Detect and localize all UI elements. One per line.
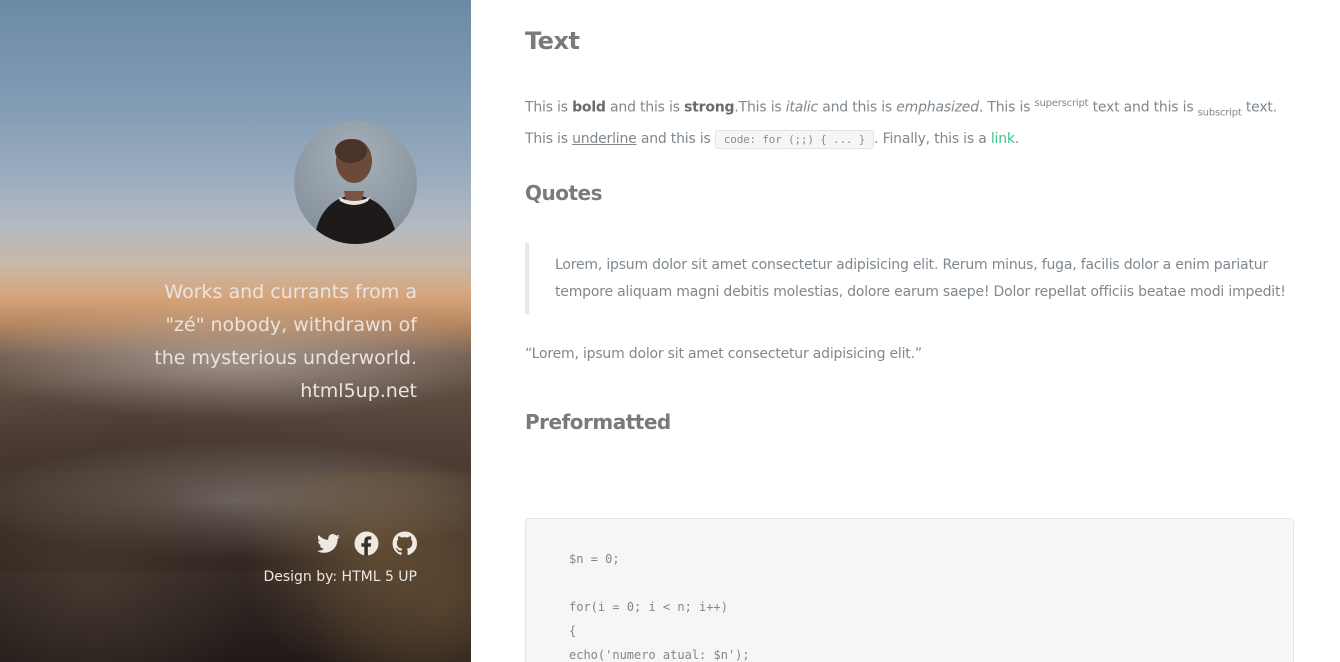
- bold-text: bold: [572, 99, 606, 116]
- italic-text: italic: [785, 99, 818, 116]
- code-line: echo('numero atual: $n');: [569, 648, 750, 662]
- emphasized-text: emphasized: [896, 99, 979, 116]
- underline-text: underline: [572, 131, 637, 148]
- foreground-shrubs: [0, 472, 471, 662]
- text-run: .This is: [734, 99, 786, 116]
- text-run: . Finally, this is a: [874, 131, 991, 148]
- code-block[interactable]: $n = 0; for(i = 0; i < n; i++) { echo('n…: [525, 518, 1294, 662]
- text-run: and this is: [605, 99, 685, 116]
- tagline: Works and currants from a "zé" nobody, w…: [127, 276, 417, 408]
- preformatted-heading: Preformatted: [525, 410, 671, 434]
- design-credit: Design by: HTML 5 UP: [263, 569, 417, 585]
- tagline-line: Works and currants from a: [164, 281, 417, 303]
- avatar: [294, 121, 417, 244]
- example-link[interactable]: link: [991, 131, 1015, 147]
- text-run: This is: [525, 99, 573, 116]
- inline-code: code: for (;;) { ... }: [714, 130, 875, 150]
- quotes-heading: Quotes: [525, 181, 603, 205]
- superscript-text: superscript: [1034, 98, 1089, 109]
- blockquote: Lorem, ipsum dolor sit amet consectetur …: [525, 243, 1294, 314]
- twitter-icon[interactable]: [316, 531, 341, 556]
- code-line: for(i = 0; i < n; i++): [569, 600, 728, 614]
- inline-quote: “Lorem, ipsum dolor sit amet consectetur…: [525, 346, 922, 362]
- code-line: {: [569, 624, 577, 638]
- text-heading: Text: [525, 27, 580, 55]
- text-run: text and this is: [1088, 99, 1198, 116]
- text-run: . This is: [978, 99, 1035, 116]
- facebook-icon[interactable]: [354, 531, 379, 556]
- text-paragraph: This is bold and this is strong.This is …: [525, 90, 1294, 153]
- social-links: [316, 531, 417, 556]
- text-run: and this is: [636, 131, 715, 148]
- person-silhouette-icon: [314, 139, 398, 244]
- main-content: Text This is bold and this is strong.Thi…: [471, 0, 1340, 662]
- text-run: and this is: [817, 99, 897, 116]
- tagline-line: the mysterious underworld.: [154, 347, 417, 369]
- sidebar: Works and currants from a "zé" nobody, w…: [0, 0, 471, 662]
- tagline-line: "zé" nobody, withdrawn of: [165, 314, 417, 336]
- site-link[interactable]: html5up.net: [127, 375, 417, 408]
- code-line: $n = 0;: [569, 552, 620, 566]
- github-icon[interactable]: [392, 531, 417, 556]
- strong-text: strong: [684, 99, 735, 116]
- subscript-text: subscript: [1197, 107, 1242, 119]
- text-run: .: [1014, 131, 1020, 148]
